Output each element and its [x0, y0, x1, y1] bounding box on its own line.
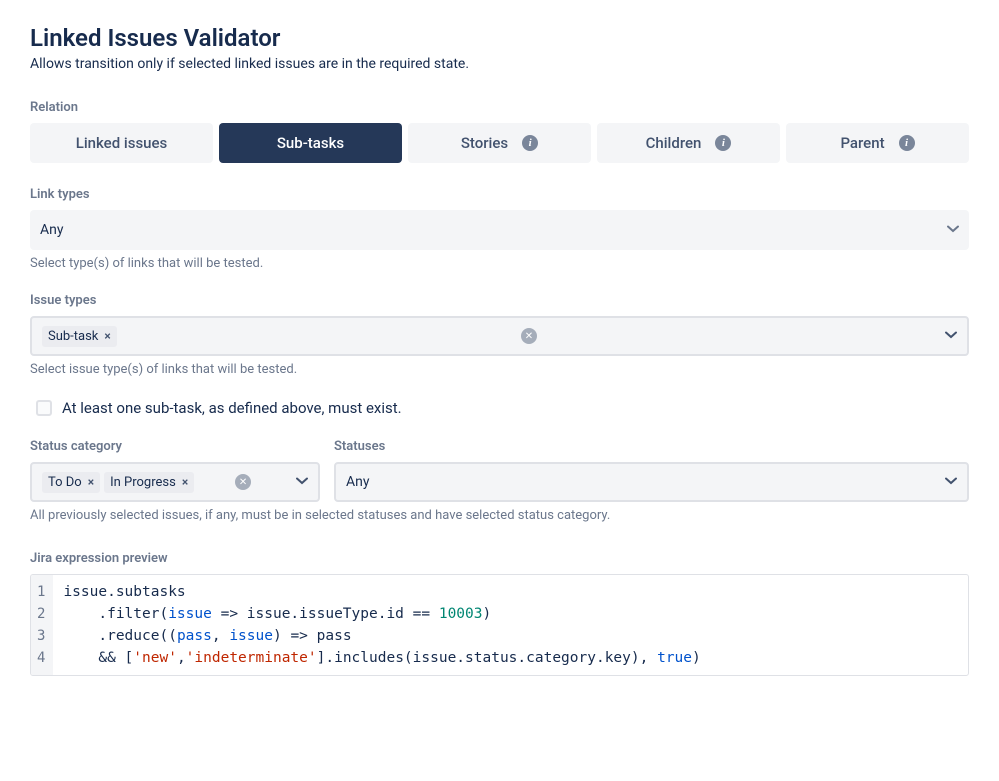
info-icon[interactable]: i — [899, 135, 915, 151]
line-number: 4 — [37, 647, 45, 669]
status-category-label: Status category — [30, 439, 320, 454]
clear-all-icon[interactable]: ✕ — [521, 328, 537, 344]
remove-chip-icon[interactable]: × — [104, 329, 110, 343]
tab-children[interactable]: Children i — [597, 123, 780, 163]
line-number: 3 — [37, 625, 45, 647]
code-content[interactable]: issue.subtasks .filter(issue => issue.is… — [53, 575, 710, 675]
info-icon[interactable]: i — [522, 135, 538, 151]
remove-chip-icon[interactable]: × — [182, 475, 188, 489]
status-helper: All previously selected issues, if any, … — [30, 508, 969, 523]
code-line: && ['new','indeterminate'].includes(issu… — [63, 650, 700, 666]
line-number: 1 — [37, 581, 45, 603]
code-line: issue.subtasks — [63, 584, 185, 600]
tab-label: Stories — [461, 134, 508, 152]
chip-label: Sub-task — [48, 329, 98, 344]
tab-label: Linked issues — [76, 134, 168, 152]
chevron-down-icon — [296, 477, 308, 488]
tab-sub-tasks[interactable]: Sub-tasks — [219, 123, 402, 163]
tab-linked-issues[interactable]: Linked issues — [30, 123, 213, 163]
relation-label: Relation — [30, 100, 969, 115]
code-line: .reduce((pass, issue) => pass — [63, 628, 351, 644]
remove-chip-icon[interactable]: × — [88, 475, 94, 489]
chip-label: To Do — [48, 475, 82, 490]
link-types-label: Link types — [30, 187, 969, 202]
tab-label: Children — [646, 134, 702, 152]
page-subtitle: Allows transition only if selected linke… — [30, 56, 969, 72]
tab-label: Sub-tasks — [277, 134, 344, 152]
chevron-down-icon — [947, 225, 959, 236]
must-exist-checkbox[interactable] — [36, 400, 52, 416]
info-icon[interactable]: i — [715, 135, 731, 151]
issue-types-label: Issue types — [30, 293, 969, 308]
statuses-value: Any — [346, 474, 370, 490]
relation-tabs: Linked issues Sub-tasks Stories i Childr… — [30, 123, 969, 163]
statuses-select[interactable]: Any — [334, 462, 969, 502]
chevron-down-icon — [945, 477, 957, 488]
link-types-select[interactable]: Any — [30, 210, 969, 250]
page-title: Linked Issues Validator — [30, 24, 969, 52]
tab-stories[interactable]: Stories i — [408, 123, 591, 163]
chip-sub-task: Sub-task × — [42, 326, 117, 347]
status-category-select[interactable]: To Do × In Progress × ✕ — [30, 462, 320, 502]
link-types-value: Any — [40, 222, 64, 238]
expr-label: Jira expression preview — [30, 551, 969, 566]
chip-in-progress: In Progress × — [104, 472, 194, 493]
tab-parent[interactable]: Parent i — [786, 123, 969, 163]
clear-all-icon[interactable]: ✕ — [235, 474, 251, 490]
chevron-down-icon — [945, 331, 957, 342]
line-number: 2 — [37, 603, 45, 625]
code-editor: 1 2 3 4 issue.subtasks .filter(issue => … — [30, 574, 969, 676]
must-exist-label: At least one sub-task, as defined above,… — [62, 399, 402, 417]
link-types-helper: Select type(s) of links that will be tes… — [30, 256, 969, 271]
line-gutter: 1 2 3 4 — [31, 575, 53, 675]
chip-todo: To Do × — [42, 472, 100, 493]
code-line: .filter(issue => issue.issueType.id == 1… — [63, 606, 491, 622]
statuses-label: Statuses — [334, 439, 969, 454]
issue-types-select[interactable]: Sub-task × ✕ — [30, 316, 969, 356]
issue-types-helper: Select issue type(s) of links that will … — [30, 362, 969, 377]
tab-label: Parent — [840, 134, 884, 152]
chip-label: In Progress — [110, 475, 176, 490]
